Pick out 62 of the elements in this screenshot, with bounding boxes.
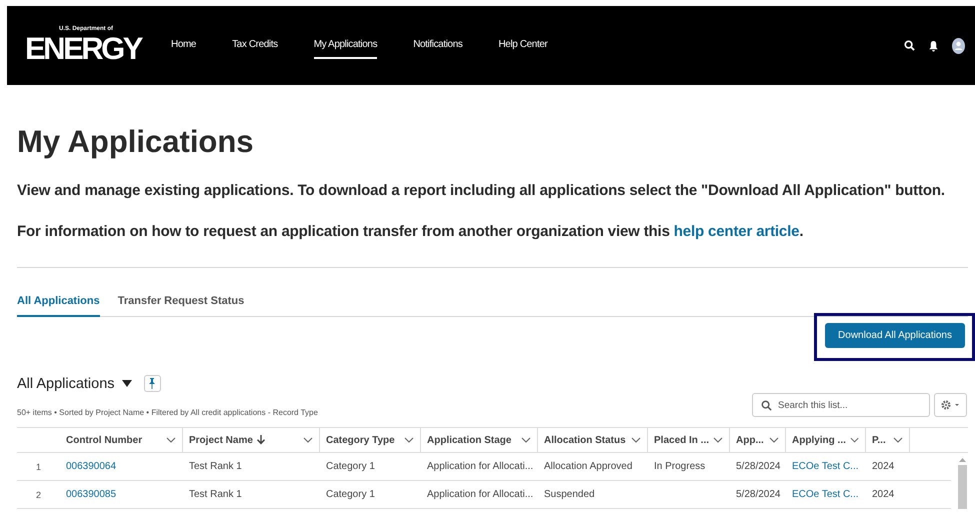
list-view-title[interactable]: All Applications [17,376,115,392]
search-icon [761,400,772,411]
chevron-down-icon[interactable] [521,437,531,443]
table-link[interactable]: 006390085 [66,489,116,500]
transfer-info-text: For information on how to request an application transfer from another organization view this help center article. [17,222,804,242]
table-cell: 5/28/2024 [736,461,780,472]
list-summary-text: 50+ items • Sorted by Project Name • Filtered by All credit applications - Record Type [17,408,318,417]
chevron-down-icon[interactable] [631,437,641,443]
column-header[interactable]: Allocation Status [538,428,648,452]
column-header[interactable]: Applying ... [786,428,866,452]
table-link[interactable]: 006390064 [66,461,116,472]
table-cell: Test Rank 1 [189,489,242,500]
column-header[interactable]: Project Name [183,428,320,452]
column-header[interactable]: Control Number [60,428,183,452]
column-header[interactable]: Application Stage [421,428,538,452]
help-center-link[interactable]: help center article [674,223,800,240]
chevron-down-icon[interactable] [893,437,903,443]
table-cell: 2024 [872,461,894,472]
table-cell: 5/28/2024 [736,489,780,500]
nav-link[interactable]: Tax Credits [232,32,278,58]
download-button[interactable]: Download All Applications [825,323,965,348]
nav-link[interactable]: Home [171,32,196,58]
search-field[interactable]: Search this list... [752,393,930,417]
table-link[interactable]: ECOe Test C... [792,461,859,472]
settings-button[interactable] [934,393,967,417]
table-cell: Application for Allocati... [427,461,534,472]
chevron-down-icon[interactable] [404,437,414,443]
chevron-down-icon[interactable] [850,437,859,443]
table-cell: Suspended [544,489,595,500]
tab[interactable]: Transfer Request Status [118,293,244,317]
logo-wordmark: ENERGY [25,32,142,66]
chevron-down-icon[interactable] [303,437,313,443]
table-cell: In Progress [654,461,706,472]
intro-text: View and manage existing applications. To download a report including all applications select the "Download All Application" button. [17,181,946,201]
table-cell: 2024 [872,489,894,500]
table-cell: Application for Allocati... [427,489,534,500]
table-link[interactable]: ECOe Test C... [792,489,859,500]
avatar-icon[interactable] [952,38,965,54]
chevron-down-icon[interactable] [166,437,176,443]
nav-link[interactable]: My Applications [314,32,378,58]
nav-link[interactable]: Notifications [413,32,462,58]
chevron-down-icon[interactable] [769,437,779,443]
gear-icon [940,400,960,410]
page-title: My Applications [17,123,255,161]
row-number: 1 [36,462,41,472]
table-cell: Test Rank 1 [189,461,242,472]
column-header[interactable]: Category Type [320,428,421,452]
table-cell: Category 1 [326,489,375,500]
row-number: 2 [36,490,41,500]
tab[interactable]: All Applications [17,293,100,317]
table-cell: Category 1 [326,461,375,472]
notification-bell-icon[interactable] [928,40,939,52]
column-header[interactable]: Placed In ... [648,428,730,452]
search-icon[interactable] [904,40,915,51]
pin-icon [148,378,156,389]
nav-link[interactable]: Help Center [498,32,548,58]
dropdown-caret-icon[interactable] [122,380,132,387]
pin-button[interactable] [144,375,161,392]
column-header[interactable]: P... [866,428,910,452]
column-header[interactable]: App... [730,428,786,452]
chevron-down-icon[interactable] [713,437,723,443]
table-cell: Allocation Approved [544,461,632,472]
